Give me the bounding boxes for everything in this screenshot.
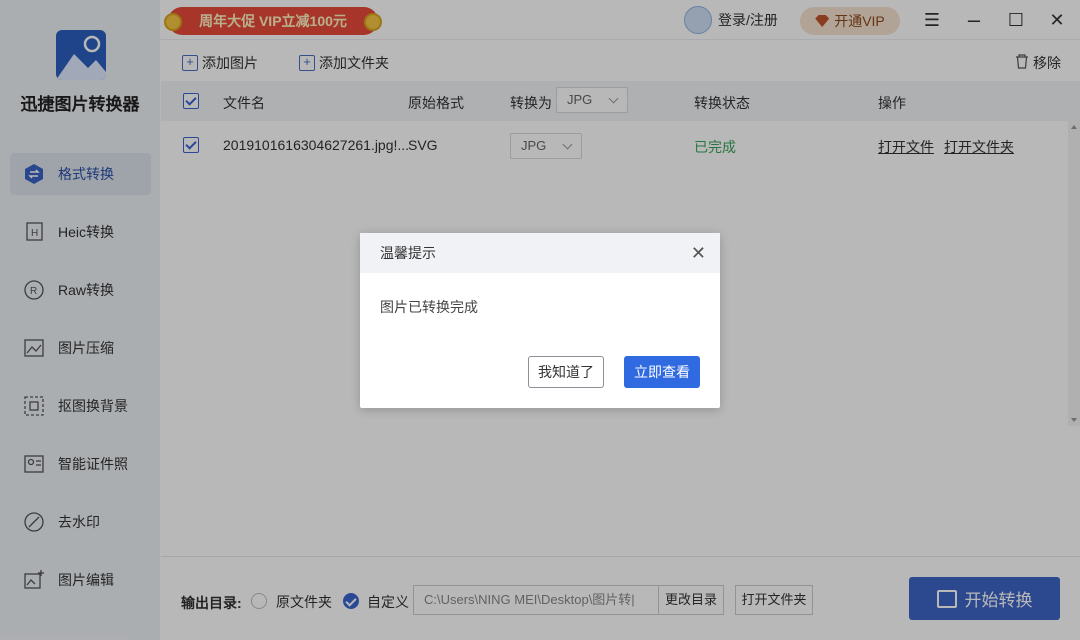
dialog-header: 温馨提示 ✕ [360,233,720,273]
view-now-button[interactable]: 立即查看 [624,356,700,388]
dialog-title: 温馨提示 [380,245,436,261]
acknowledge-button[interactable]: 我知道了 [528,356,604,388]
close-icon[interactable]: ✕ [691,233,706,273]
dialog-message: 图片已转换完成 [380,299,478,315]
notice-dialog: 温馨提示 ✕ 图片已转换完成 我知道了 立即查看 [360,233,720,408]
